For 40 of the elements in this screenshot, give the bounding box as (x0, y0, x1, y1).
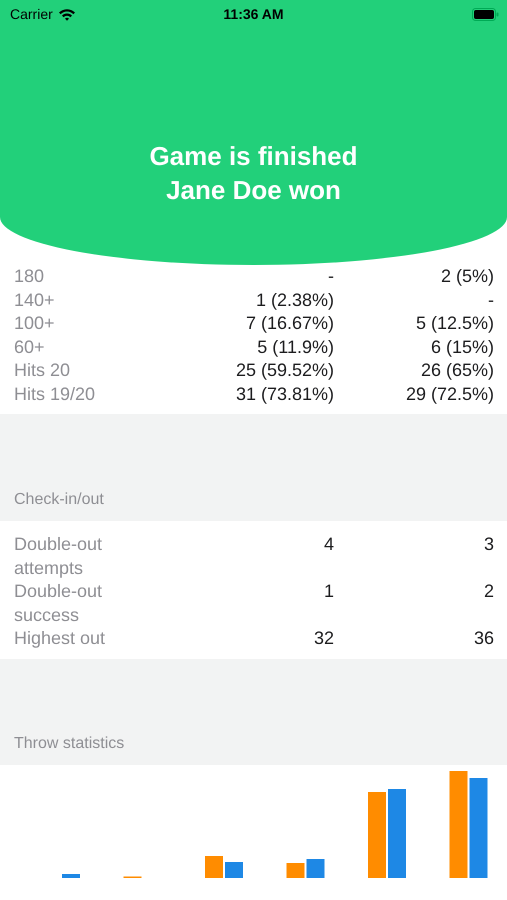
player-two-value: 36 (472, 627, 494, 650)
stat-label: Hits 20 (14, 359, 72, 382)
stat-label: 180 (14, 265, 46, 288)
player-two-value: 5 (12.5%) (414, 312, 494, 335)
chart-bar (306, 858, 324, 878)
section-title: Throw statistics (14, 734, 124, 752)
player-one-value: 7 (16.67%) (244, 312, 334, 335)
player-one-value: 5 (11.9%) (256, 336, 334, 359)
player-one-value: 1 (322, 580, 334, 603)
result-title: Game is finished (149, 140, 358, 173)
stat-label: Double-out attempts (14, 533, 104, 580)
player-two-value: 29 (72.5%) (404, 382, 494, 406)
player-one-value: 4 (322, 533, 334, 556)
player-two-value: 3 (482, 533, 494, 556)
carrier-label: Carrier (10, 6, 53, 22)
player-one-value: 31 (73.81%) (234, 382, 334, 406)
chart-bar (286, 862, 304, 878)
clock-time: 11:36 AM (223, 6, 284, 22)
stat-label: Hits 19/20 (14, 382, 96, 406)
chart-bar (205, 856, 223, 878)
wifi-icon (58, 8, 76, 20)
chart-bar (62, 874, 80, 878)
player-one-value: - (327, 265, 334, 288)
player-one-value: 25 (59.52%) (234, 359, 334, 382)
result-title: Jane Doe won (166, 174, 341, 207)
chart-bar (225, 862, 243, 878)
player-one-value: 32 (312, 627, 334, 650)
player-two-value: 26 (65%) (420, 359, 494, 382)
player-two-value: - (487, 288, 494, 312)
section-title: Check-in/out (14, 491, 104, 509)
stat-label: Double-out success (14, 580, 104, 626)
battery-icon (472, 8, 499, 20)
stat-label: 140+ (14, 288, 56, 312)
stat-label: Highest out (14, 627, 106, 650)
player-two-value: 6 (15%) (430, 336, 494, 359)
stat-label: 100+ (14, 312, 56, 335)
player-two-value: 2 (482, 580, 494, 603)
stat-label: 60+ (14, 336, 46, 358)
player-one-value: 1 (2.38%) (254, 288, 334, 312)
player-two-value: 2 (5%) (440, 265, 494, 288)
